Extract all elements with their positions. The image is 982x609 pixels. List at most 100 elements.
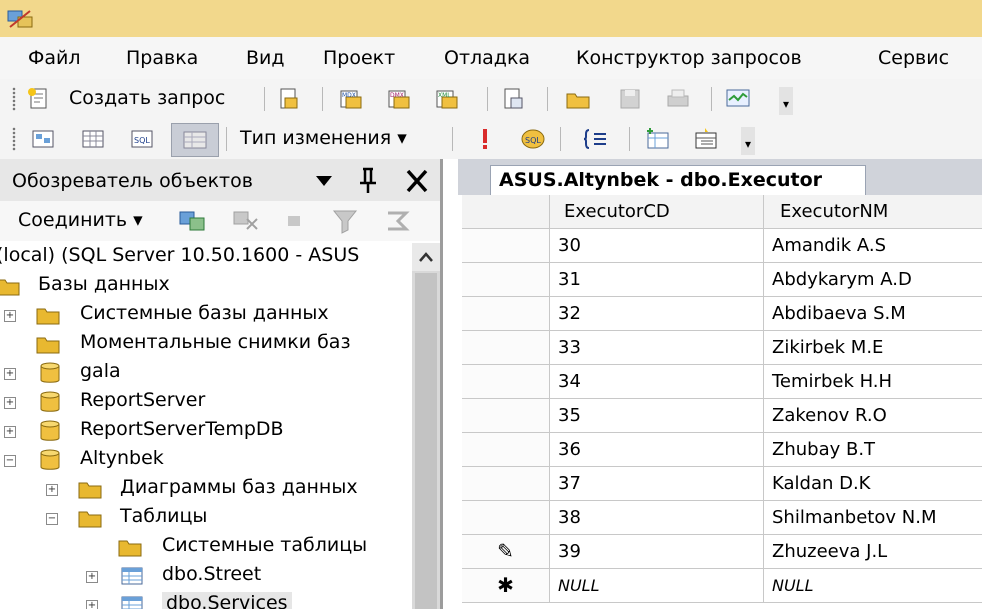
executor-nm-cell[interactable]: Zhuzeeva J.L: [764, 535, 982, 569]
tree-node-table[interactable]: + dbo.Services: [0, 591, 412, 609]
expand-icon[interactable]: +: [4, 368, 16, 380]
executor-nm-cell[interactable]: Zakenov R.O: [764, 399, 982, 433]
row-selector[interactable]: [462, 467, 550, 501]
connect-dropdown[interactable]: Соединить ▾: [18, 209, 143, 231]
executor-cd-cell[interactable]: 37: [550, 467, 764, 501]
toolbar-grip[interactable]: [12, 87, 16, 111]
toolbar-overflow-button[interactable]: ▾: [741, 127, 755, 155]
add-derived-table-icon[interactable]: [693, 126, 719, 152]
toolbar-separator: [264, 87, 265, 111]
column-header[interactable]: ExecutorNM: [764, 195, 982, 229]
tree-node-system-tables[interactable]: Системные таблицы: [0, 533, 412, 562]
executor-nm-cell[interactable]: Abdykarym A.D: [764, 263, 982, 297]
row-selector[interactable]: [462, 331, 550, 365]
tree-node-diagrams[interactable]: + Диаграммы баз данных: [0, 475, 412, 504]
row-selector[interactable]: [462, 229, 550, 263]
group-by-icon[interactable]: [583, 126, 609, 152]
execute-sql-icon[interactable]: [472, 126, 498, 152]
executor-cd-cell[interactable]: NULL: [550, 569, 764, 603]
expand-icon[interactable]: +: [46, 484, 58, 496]
executor-nm-cell[interactable]: Temirbek H.H: [764, 365, 982, 399]
mdx-query-icon[interactable]: MDX: [338, 86, 364, 112]
menu-view[interactable]: Вид: [246, 47, 285, 69]
edit-row-pencil-icon[interactable]: ✎: [462, 535, 550, 569]
executor-nm-cell[interactable]: Zikirbek M.E: [764, 331, 982, 365]
executor-nm-cell[interactable]: Amandik A.S: [764, 229, 982, 263]
app-logo-icon[interactable]: [6, 7, 36, 31]
tree-node-snapshots[interactable]: Моментальные снимки баз: [0, 330, 412, 359]
collapse-icon[interactable]: −: [4, 455, 16, 467]
row-selector[interactable]: [462, 263, 550, 297]
menu-project[interactable]: Проект: [323, 47, 395, 69]
expand-icon[interactable]: +: [4, 310, 16, 322]
add-table-icon[interactable]: [645, 126, 671, 152]
executor-nm-cell[interactable]: Kaldan D.K: [764, 467, 982, 501]
activity-monitor-icon[interactable]: [725, 86, 751, 112]
tree-node-database[interactable]: − Altynbek: [0, 446, 412, 475]
sql-pane-icon[interactable]: SQL: [129, 126, 155, 152]
executor-nm-cell[interactable]: Abdibaeva S.M: [764, 297, 982, 331]
tree-node-databases[interactable]: Базы данных: [0, 272, 412, 301]
connect-icon[interactable]: [177, 207, 207, 235]
tree-node-system-databases[interactable]: + Системные базы данных: [0, 301, 412, 330]
column-header[interactable]: ExecutorCD: [550, 195, 764, 229]
toolbar-separator: [711, 87, 712, 111]
tree-node-database[interactable]: + ReportServerTempDB: [0, 417, 412, 446]
expand-icon[interactable]: +: [86, 571, 98, 583]
new-row-star-icon[interactable]: ✱: [462, 569, 550, 603]
scroll-up-button[interactable]: [412, 243, 440, 271]
menu-tools[interactable]: Сервис: [878, 47, 949, 69]
pin-icon[interactable]: [357, 167, 379, 195]
executor-nm-cell[interactable]: Shilmanbetov N.M: [764, 501, 982, 535]
executor-cd-cell[interactable]: 31: [550, 263, 764, 297]
executor-cd-cell[interactable]: 38: [550, 501, 764, 535]
toolbar-overflow-button[interactable]: ▾: [779, 87, 793, 115]
add-existing-item-icon[interactable]: [500, 86, 526, 112]
row-selector[interactable]: [462, 433, 550, 467]
row-selector[interactable]: [462, 399, 550, 433]
executor-nm-cell[interactable]: Zhubay B.T: [764, 433, 982, 467]
verify-sql-icon[interactable]: SQL: [520, 126, 546, 152]
menu-file[interactable]: Файл: [28, 47, 81, 69]
open-folder-icon[interactable]: [565, 86, 591, 112]
dropdown-arrow-icon[interactable]: [314, 174, 334, 188]
expand-icon[interactable]: +: [4, 397, 16, 409]
new-query-icon[interactable]: [26, 86, 52, 112]
row-header-corner[interactable]: [462, 195, 550, 229]
executor-cd-cell[interactable]: 33: [550, 331, 764, 365]
collapse-icon[interactable]: −: [46, 513, 58, 525]
executor-cd-cell[interactable]: 32: [550, 297, 764, 331]
menu-debug[interactable]: Отладка: [444, 47, 530, 69]
dmx-query-icon[interactable]: DMX: [386, 86, 412, 112]
executor-cd-cell[interactable]: 30: [550, 229, 764, 263]
xmla-query-icon[interactable]: XML: [434, 86, 460, 112]
executor-nm-cell[interactable]: NULL: [764, 569, 982, 603]
diagram-pane-icon[interactable]: [30, 126, 56, 152]
row-selector[interactable]: [462, 365, 550, 399]
tab-executor-table[interactable]: ASUS.Altynbek - dbo.Executor: [490, 165, 866, 195]
row-selector[interactable]: [462, 501, 550, 535]
row-selector[interactable]: [462, 297, 550, 331]
close-icon[interactable]: [404, 169, 430, 193]
new-file-icon[interactable]: [275, 86, 301, 112]
criteria-pane-icon[interactable]: [80, 126, 106, 152]
executor-cd-cell[interactable]: 35: [550, 399, 764, 433]
executor-cd-cell[interactable]: 36: [550, 433, 764, 467]
expand-icon[interactable]: +: [86, 600, 98, 609]
scroll-thumb[interactable]: [415, 273, 437, 609]
tree-node-database[interactable]: + gala: [0, 359, 412, 388]
expand-icon[interactable]: +: [4, 426, 16, 438]
tree-node-server[interactable]: (local) (SQL Server 10.50.1600 - ASUS: [0, 243, 412, 272]
tree-scrollbar[interactable]: [412, 243, 440, 609]
executor-cd-cell[interactable]: 34: [550, 365, 764, 399]
menu-query-designer[interactable]: Конструктор запросов: [576, 47, 802, 69]
tree-node-database[interactable]: + ReportServer: [0, 388, 412, 417]
toolbar-grip[interactable]: [12, 127, 16, 151]
new-query-button[interactable]: Создать запрос: [69, 87, 225, 109]
tree-node-tables[interactable]: − Таблицы: [0, 504, 412, 533]
results-pane-icon[interactable]: [171, 123, 219, 157]
executor-cd-cell[interactable]: 39: [550, 535, 764, 569]
tree-node-table[interactable]: + dbo.Street: [0, 562, 412, 591]
change-type-dropdown[interactable]: Тип изменения ▾: [240, 127, 407, 149]
menu-edit[interactable]: Правка: [126, 47, 198, 69]
